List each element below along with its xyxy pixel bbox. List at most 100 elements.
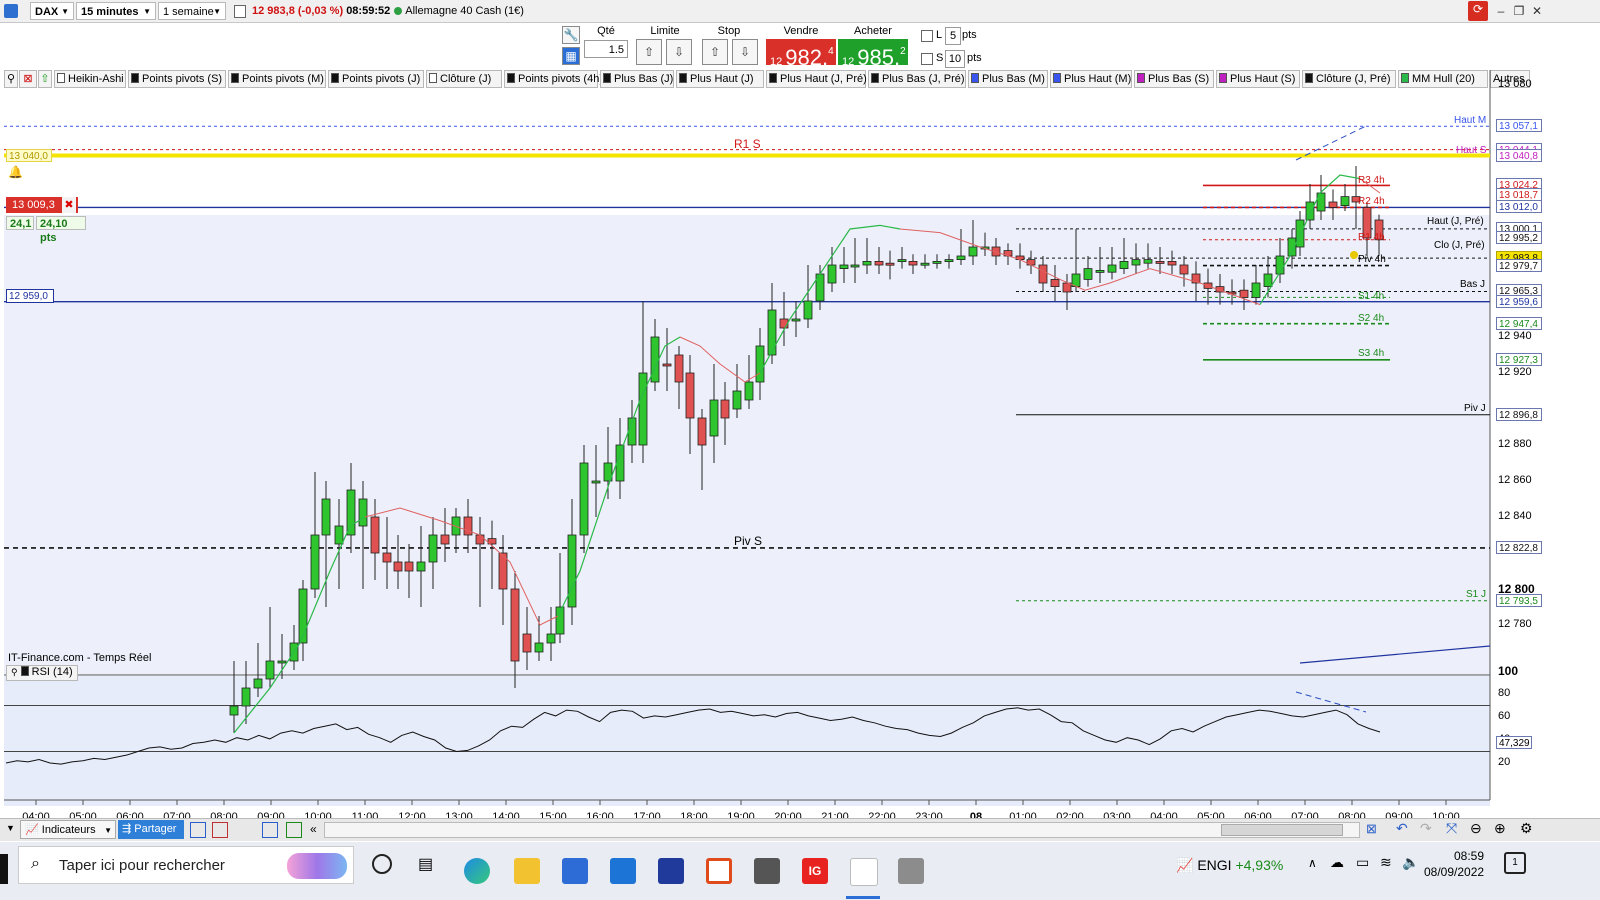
y-price-box: 12 947,4 [1496, 316, 1542, 330]
indicators-icon: 📈 [25, 824, 39, 836]
y-price-box: 13 057,1 [1496, 119, 1542, 133]
list-icon[interactable] [212, 822, 228, 838]
widgets-icon[interactable]: ▤ [418, 854, 433, 874]
level-haut-s: Haut S [1456, 145, 1487, 156]
search-icon: ⌕ [31, 855, 40, 872]
wifi-icon[interactable]: ≋ [1380, 854, 1392, 871]
undo-icon[interactable]: ↶ [1396, 820, 1408, 837]
rsi-icon: ⚲ [11, 667, 18, 677]
cloud-icon[interactable]: ☁ [1330, 854, 1344, 871]
level-s3-4h: S3 4h [1358, 348, 1385, 359]
calculator-app-icon[interactable] [754, 858, 780, 884]
y-price-box: 12 995,2 [1496, 230, 1542, 244]
chevron-up-icon[interactable]: ∧ [1308, 856, 1317, 870]
horizontal-scrollbar[interactable] [324, 822, 1360, 838]
grid-icon[interactable] [190, 822, 206, 838]
data-source: IT-Finance.com - Temps Réel [8, 652, 152, 664]
y-price-box: 12 822,8 [1496, 540, 1542, 554]
collapse-icon[interactable]: ▼ [6, 823, 15, 833]
rsi-title: ⚲ RSI (14) [6, 665, 78, 681]
compare-icon[interactable] [262, 822, 278, 838]
level-s1-4h: S1 4h [1358, 291, 1385, 302]
settings-icon[interactable]: ⚙ [1520, 820, 1533, 837]
itfinance-icon[interactable] [658, 858, 684, 884]
y-price-box: 13 040,8 [1496, 148, 1542, 162]
search-highlight-icon [287, 853, 347, 879]
trading-chart-icon[interactable] [850, 858, 878, 886]
indicators-button[interactable]: 📈 Indicateurs ▼ [20, 820, 116, 839]
photos-icon[interactable] [898, 858, 924, 884]
level-r3-4h: R3 4h [1358, 175, 1385, 186]
price-box-value: 13 009,3 [12, 199, 55, 211]
clock-time: 08:59 [1453, 849, 1484, 863]
y-price-box: 12 959,6 [1496, 294, 1542, 308]
display-icon[interactable]: ▭ [1356, 854, 1369, 871]
windows-taskbar: ⌕ Taper ici pour rechercher ▤ IG 📈 ENGI … [0, 842, 1600, 900]
y-price-box: 13 018,7 [1496, 188, 1542, 202]
export-icon[interactable] [286, 822, 302, 838]
level-haut-j-pre: Haut (J, Pré) [1427, 216, 1484, 227]
y-price-box: 13 012,0 [1496, 200, 1542, 214]
rsi-tick-label: 100 [1498, 664, 1519, 678]
level-s1-j: S1 J [1466, 589, 1487, 600]
y-tick-label: 12 940 [1498, 330, 1532, 342]
stock-widget[interactable]: 📈 ENGI +4,93% [1176, 853, 1283, 877]
share-label: Partager [134, 823, 177, 835]
share-icon: ⇶ [122, 823, 132, 835]
clock[interactable]: 08:59 08/09/2022 [1424, 848, 1484, 880]
zoom-in-icon[interactable]: ⊕ [1494, 820, 1506, 837]
notification-icon[interactable]: 1 [1504, 852, 1526, 874]
scroll-left-icon[interactable]: « [310, 822, 317, 836]
level-clo-j-pre: Clo (J, Pré) [1434, 240, 1485, 251]
edge-icon[interactable] [464, 858, 490, 884]
chart-svg [4, 70, 1491, 805]
redo-icon[interactable]: ↷ [1420, 820, 1432, 837]
zoom-out-icon[interactable]: ⊖ [1470, 820, 1482, 837]
y-tick-label: 12 780 [1498, 618, 1532, 630]
rsi-tick-label: 20 [1498, 756, 1511, 768]
y-tick-label: 12 860 [1498, 474, 1532, 486]
file-explorer-icon[interactable] [514, 858, 540, 884]
level-piv-4h: Piv 4h [1358, 254, 1386, 265]
left-tag-low: 12 959,0 [6, 289, 54, 303]
office-icon[interactable] [706, 858, 732, 884]
level-r2-4h: R2 4h [1358, 196, 1385, 207]
start-icon[interactable] [0, 854, 8, 884]
y-tick-label: 13 080 [1498, 78, 1532, 90]
bell-icon[interactable]: 🔔 [8, 165, 23, 179]
mail-icon[interactable] [610, 858, 636, 884]
y-tick-label: 12 880 [1498, 438, 1532, 450]
task-view-icon[interactable] [372, 854, 392, 874]
spread-b: 24,10 pts [36, 216, 86, 244]
level-s2-4h: S2 4h [1358, 313, 1385, 324]
y-price-box: 12 793,5 [1496, 593, 1542, 607]
rsi-label: RSI (14) [31, 666, 73, 678]
volume-icon[interactable]: 🔈 [1402, 854, 1419, 871]
fit-icon[interactable]: ⤧ [1446, 820, 1457, 837]
spread-a: 24,1 [6, 216, 34, 230]
level-pivs: Piv S [734, 534, 763, 548]
close-price-box-icon[interactable]: ✖ [62, 197, 76, 213]
level-piv-j: Piv J [1464, 403, 1486, 414]
stock-name: ENGI [1197, 857, 1232, 873]
search-placeholder: Taper ici pour rechercher [59, 857, 225, 874]
chevron-down-icon: ▼ [104, 826, 112, 835]
ig-icon[interactable]: IG [802, 858, 828, 884]
y-tick-label: 12 840 [1498, 510, 1532, 522]
rsi-tick-label: 80 [1498, 687, 1511, 699]
level-r1-4h: R1 4h [1358, 232, 1385, 243]
stock-up-icon: 📈 [1176, 857, 1194, 873]
search-box[interactable]: ⌕ Taper ici pour rechercher [18, 846, 354, 884]
store-icon[interactable] [562, 858, 588, 884]
rsi-swatch [20, 666, 29, 676]
bottom-toolbar: ▼ 📈 Indicateurs ▼ ⇶ Partager « ⊠ ↶ ↷ ⤧ ⊖ … [0, 818, 1600, 841]
y-price-box: 12 927,3 [1496, 352, 1542, 366]
level-bas-j: Bas J [1460, 279, 1486, 290]
share-button[interactable]: ⇶ Partager [118, 820, 184, 839]
y-price-box: 12 979,7 [1496, 258, 1542, 272]
clock-date: 08/09/2022 [1424, 865, 1485, 879]
y-tick-label: 12 920 [1498, 366, 1532, 378]
level-r1s: R1 S [734, 137, 761, 151]
scrollbar-thumb[interactable] [1221, 824, 1343, 836]
zoom-reset-icon[interactable]: ⊠ [1366, 821, 1377, 837]
